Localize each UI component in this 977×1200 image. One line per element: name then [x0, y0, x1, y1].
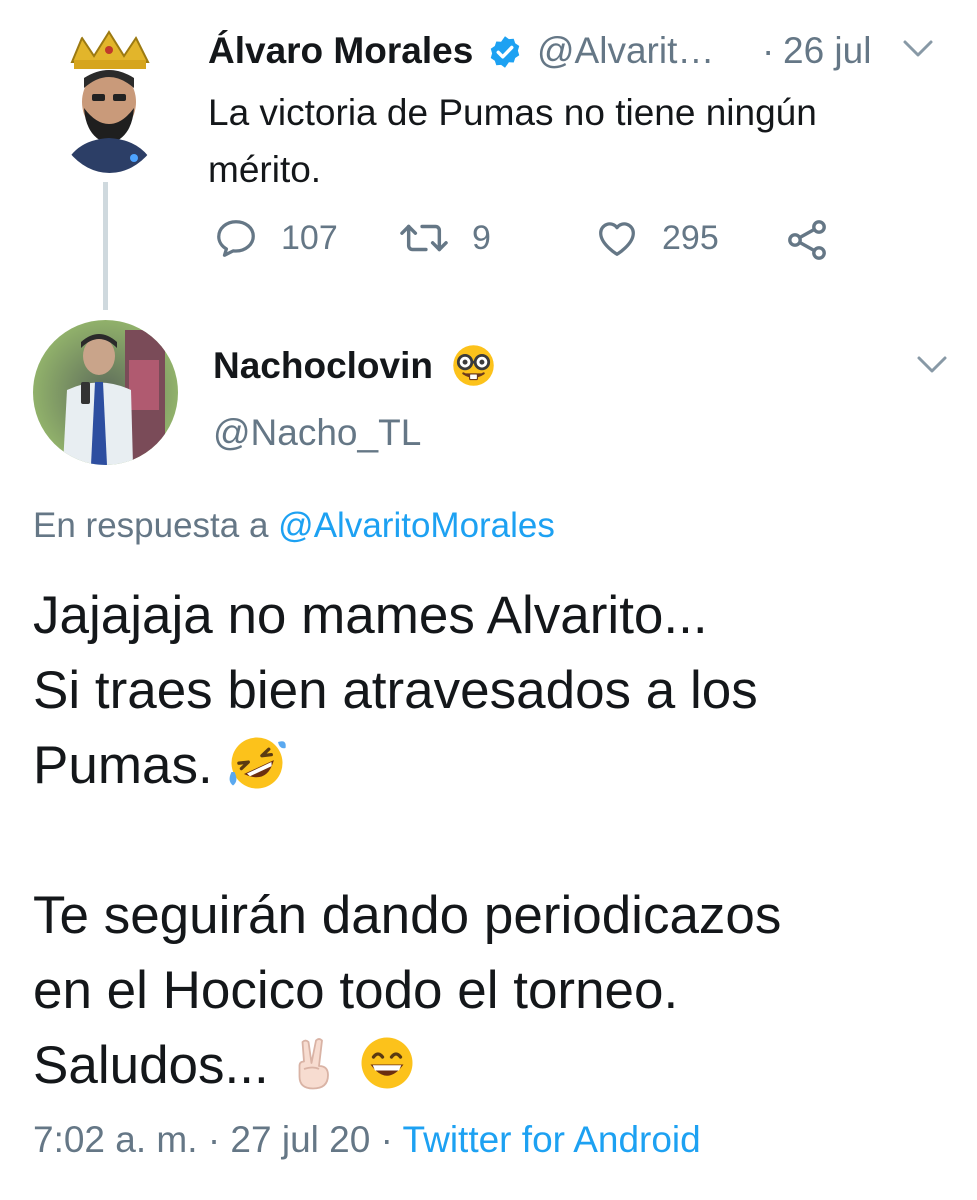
retweet-button[interactable]: 9: [398, 212, 491, 264]
avatar-alvaro-morales[interactable]: [52, 28, 167, 173]
chevron-down-icon[interactable]: [916, 354, 948, 376]
tweet-meta-footer: 7:02 a. m. · 27 jul 20 · Twitter for And…: [33, 1119, 701, 1161]
reply-text-line: en el Hocico todo el torneo.: [33, 961, 679, 1020]
separator-dot: ·: [207, 1119, 221, 1160]
reply-text-line: Saludos...: [33, 1036, 269, 1095]
grinning-face-emoji-icon: [361, 1037, 413, 1089]
tweet-text: La victoria de Pumas no tiene ningún mér…: [208, 84, 908, 198]
tweet-text-line: La victoria de Pumas no tiene ningún: [208, 92, 817, 133]
rolling-on-floor-laughing-emoji-icon: [229, 737, 286, 789]
tweet-text-line: mérito.: [208, 149, 322, 190]
chevron-down-icon[interactable]: [902, 38, 934, 60]
author-name[interactable]: Álvaro Morales: [208, 30, 473, 72]
author-handle[interactable]: @Nacho_TL: [213, 412, 421, 454]
tweet-date[interactable]: 27 jul 20: [230, 1119, 370, 1160]
reply-text-line-with-emoji: Pumas.: [33, 728, 953, 803]
in-reply-handle-link[interactable]: @AlvaritoMorales: [278, 506, 555, 545]
reply-text-line: Te seguirán dando periodicazos: [33, 886, 782, 945]
retweet-icon: [400, 224, 448, 252]
separator-dot: ·: [762, 30, 775, 71]
verified-badge-icon: [490, 36, 520, 68]
paragraph-break: [33, 803, 953, 878]
like-icon: [599, 222, 635, 256]
author-handle[interactable]: @Alvarit…: [537, 30, 714, 72]
reply-button[interactable]: 107: [213, 212, 338, 264]
retweet-count: 9: [472, 218, 491, 257]
reply-text-line: Pumas.: [33, 736, 213, 795]
nerd-face-emoji-icon: [453, 345, 494, 386]
tweet-source-link[interactable]: Twitter for Android: [403, 1119, 701, 1160]
tweet-time[interactable]: 7:02 a. m.: [33, 1119, 198, 1160]
avatar-nachoclovin[interactable]: [33, 320, 178, 465]
reply-text-line-with-emoji: Saludos...: [33, 1028, 953, 1103]
like-button[interactable]: 295: [594, 212, 719, 264]
reply-count: 107: [281, 218, 338, 257]
reply-icon: [217, 220, 255, 257]
reply-text-line: Jajajaja no mames Alvarito...: [33, 586, 708, 645]
reply-text-line: Si traes bien atravesados a los: [33, 661, 758, 720]
tweet-date[interactable]: 26 jul: [783, 30, 871, 72]
in-reply-to: En respuesta a @AlvaritoMorales: [33, 506, 555, 546]
share-button[interactable]: [783, 214, 853, 266]
victory-hand-emoji-icon: [298, 1038, 329, 1090]
author-name[interactable]: Nachoclovin: [213, 345, 433, 387]
thread-connector-line: [103, 182, 108, 310]
reply-text: Jajajaja no mames Alvarito... Si traes b…: [33, 578, 953, 1103]
share-icon: [788, 220, 826, 260]
like-count: 295: [662, 218, 719, 257]
separator-dot: ·: [380, 1119, 393, 1160]
in-reply-prefix: En respuesta a: [33, 506, 269, 545]
